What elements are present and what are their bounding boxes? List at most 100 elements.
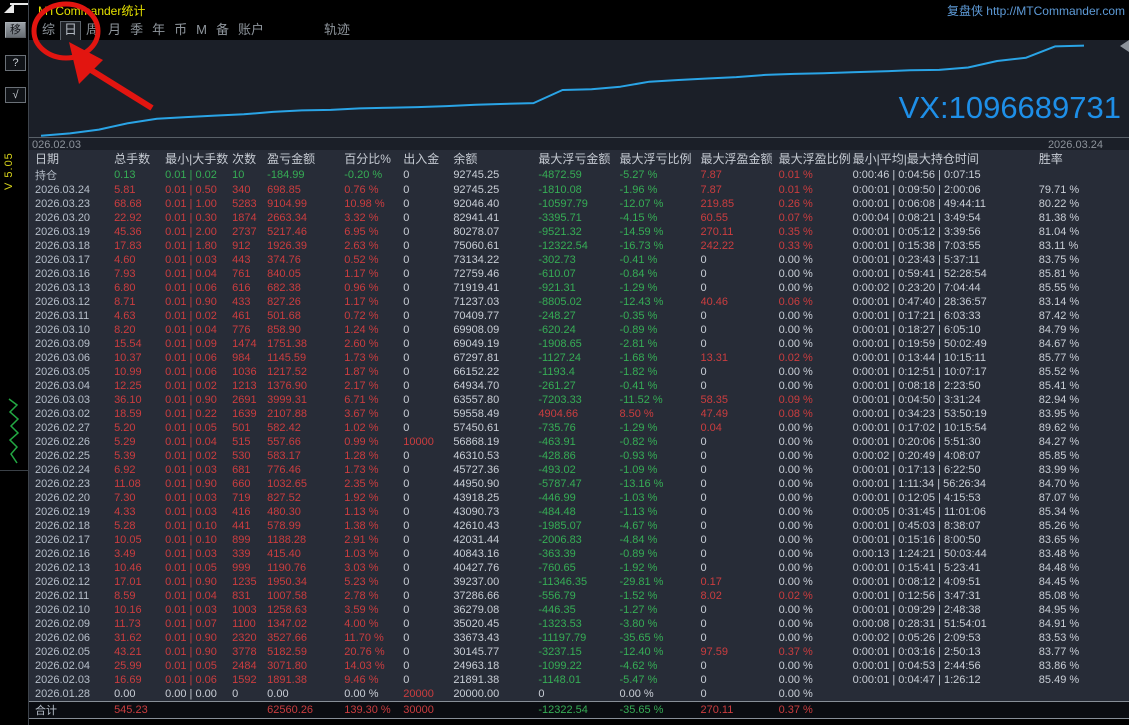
cell: 433 bbox=[232, 295, 267, 309]
menu-item-币[interactable]: 币 bbox=[174, 22, 187, 40]
check-button[interactable]: √ bbox=[5, 87, 26, 103]
column-header[interactable]: 余额 bbox=[453, 150, 538, 167]
table-row[interactable]: 2026.02.1310.460.01 | 0.059991190.763.03… bbox=[29, 561, 1129, 575]
table-row[interactable]: 2026.02.163.490.01 | 0.03339415.401.03 %… bbox=[29, 547, 1129, 561]
table-row[interactable]: 2026.02.207.300.01 | 0.03719827.521.92 %… bbox=[29, 491, 1129, 505]
column-header[interactable]: 日期 bbox=[29, 150, 114, 167]
column-header[interactable]: 最小|大手数 bbox=[165, 150, 232, 167]
table-row[interactable]: 2026.02.0425.990.01 | 0.0524843071.8014.… bbox=[29, 659, 1129, 673]
table-row[interactable]: 2026.03.174.600.01 | 0.03443374.760.52 %… bbox=[29, 253, 1129, 267]
menu-item-M[interactable]: M bbox=[196, 22, 207, 40]
cell: 0 bbox=[403, 673, 453, 687]
collapse-arrow-icon[interactable] bbox=[2, 1, 28, 14]
cell: 5.81 bbox=[114, 183, 165, 197]
table-row[interactable]: 2026.03.1945.360.01 | 2.0027375217.466.9… bbox=[29, 225, 1129, 239]
cell: -0.35 % bbox=[619, 309, 700, 323]
cell: 1639 bbox=[232, 407, 267, 421]
cell: 616 bbox=[232, 281, 267, 295]
column-header[interactable]: 最大浮盈比例 bbox=[779, 150, 853, 167]
menu-item-备[interactable]: 备 bbox=[216, 22, 229, 40]
table-row[interactable]: 2026.02.194.330.01 | 0.03416480.301.13 %… bbox=[29, 505, 1129, 519]
table-row[interactable]: 2026.03.114.630.01 | 0.02461501.680.72 %… bbox=[29, 309, 1129, 323]
table-row[interactable]: 2026.02.246.920.01 | 0.03681776.461.73 %… bbox=[29, 463, 1129, 477]
table-row[interactable]: 2026.03.0218.590.01 | 0.2216392107.883.6… bbox=[29, 407, 1129, 421]
column-header[interactable]: 胜率 bbox=[1039, 150, 1129, 167]
cell: 0.01 | 0.03 bbox=[165, 505, 232, 519]
cell: 698.85 bbox=[267, 183, 344, 197]
table-row[interactable]: 2026.02.0316.690.01 | 0.0615921891.389.4… bbox=[29, 673, 1129, 687]
menu-item-周[interactable]: 周 bbox=[86, 22, 99, 40]
table-row[interactable]: 2026.02.0543.210.01 | 0.9037785182.5920.… bbox=[29, 645, 1129, 659]
cell: 2026.02.04 bbox=[29, 659, 114, 673]
table-row[interactable]: 2026.02.0911.730.01 | 0.0711001347.024.0… bbox=[29, 617, 1129, 631]
column-header[interactable]: 最小|平均|最大持仓时间 bbox=[853, 150, 1039, 167]
cell: 480.30 bbox=[267, 505, 344, 519]
table-row[interactable]: 2026.03.128.710.01 | 0.90433827.261.17 %… bbox=[29, 295, 1129, 309]
column-header[interactable]: 盈亏金额 bbox=[267, 150, 344, 167]
column-header[interactable]: 次数 bbox=[232, 150, 267, 167]
help-button[interactable]: ? bbox=[5, 55, 26, 71]
menu-item-季[interactable]: 季 bbox=[130, 22, 143, 40]
cell: -5.47 % bbox=[619, 673, 700, 687]
table-row[interactable]: 2026.02.1010.160.01 | 0.0310031258.633.5… bbox=[29, 603, 1129, 617]
table-row[interactable]: 2026.03.2368.680.01 | 1.0052839104.9910.… bbox=[29, 197, 1129, 211]
menu-item-日[interactable]: 日 bbox=[61, 22, 80, 40]
table-row[interactable]: 2026.03.167.930.01 | 0.04761840.051.17 %… bbox=[29, 267, 1129, 281]
table-row[interactable]: 合计545.2362560.26139.30 %30000-12322.54-3… bbox=[29, 701, 1129, 718]
cell: 0.00 % bbox=[779, 575, 853, 589]
table-row[interactable]: 2026.02.1217.010.01 | 0.9012351950.345.2… bbox=[29, 575, 1129, 589]
table-row[interactable]: 2026.02.1710.050.01 | 0.108991188.282.91… bbox=[29, 533, 1129, 547]
column-header[interactable]: 最大浮亏金额 bbox=[538, 150, 619, 167]
cell: 85.52 % bbox=[1039, 365, 1129, 379]
table-row[interactable]: 2026.03.2022.920.01 | 0.3018742663.343.3… bbox=[29, 211, 1129, 225]
cell: 45.36 bbox=[114, 225, 165, 239]
table-row[interactable]: 2026.03.0412.250.01 | 0.0212131376.902.1… bbox=[29, 379, 1129, 393]
table-row[interactable]: 2026.02.118.590.01 | 0.048311007.582.78 … bbox=[29, 589, 1129, 603]
column-header[interactable]: 百分比% bbox=[344, 150, 403, 167]
column-header[interactable]: 最大浮亏比例 bbox=[619, 150, 700, 167]
table-body: 持仓0.130.01 | 0.0210-184.99-0.20 %092745.… bbox=[29, 167, 1129, 718]
cell: 0 bbox=[701, 505, 779, 519]
cell: 0 bbox=[403, 167, 453, 183]
table-row[interactable]: 2026.03.0915.540.01 | 0.0914741751.382.6… bbox=[29, 337, 1129, 351]
table-row[interactable]: 2026.02.255.390.01 | 0.02530583.171.28 %… bbox=[29, 449, 1129, 463]
table-row[interactable]: 2026.03.0336.100.01 | 0.9026913999.316.7… bbox=[29, 393, 1129, 407]
cell: 2026.02.05 bbox=[29, 645, 114, 659]
cell: 0.01 | 0.05 bbox=[165, 659, 232, 673]
table-row[interactable]: 持仓0.130.01 | 0.0210-184.99-0.20 %092745.… bbox=[29, 167, 1129, 183]
table-row[interactable]: 2026.03.1817.830.01 | 1.809121926.392.63… bbox=[29, 239, 1129, 253]
table-row[interactable]: 2026.01.280.000.00 | 0.0000.000.00 %2000… bbox=[29, 687, 1129, 701]
column-header[interactable]: 总手数 bbox=[114, 150, 165, 167]
table-row[interactable]: 2026.02.185.280.01 | 0.10441578.991.38 %… bbox=[29, 519, 1129, 533]
menu-item-综[interactable]: 综 bbox=[42, 22, 55, 40]
column-header[interactable]: 最大浮盈金额 bbox=[701, 150, 779, 167]
table-row[interactable]: 2026.03.108.200.01 | 0.04776858.901.24 %… bbox=[29, 323, 1129, 337]
column-header[interactable]: 出入金 bbox=[403, 150, 453, 167]
menu-item-月[interactable]: 月 bbox=[108, 22, 121, 40]
cell: 0:00:01 | 0:17:13 | 6:22:50 bbox=[853, 463, 1039, 477]
cell: -4872.59 bbox=[538, 167, 619, 183]
table-row[interactable]: 2026.03.0510.990.01 | 0.0610361217.521.8… bbox=[29, 365, 1129, 379]
table-row[interactable]: 2026.02.275.200.01 | 0.05501582.421.02 %… bbox=[29, 421, 1129, 435]
table-row[interactable]: 2026.03.136.800.01 | 0.06616682.380.96 %… bbox=[29, 281, 1129, 295]
menu-item-账户[interactable]: 账户 bbox=[238, 22, 264, 40]
cell: -0.20 % bbox=[344, 167, 403, 183]
table-row[interactable]: 2026.02.265.290.01 | 0.04515557.660.99 %… bbox=[29, 435, 1129, 449]
table-head-row: 日期总手数最小|大手数次数盈亏金额百分比%出入金余额最大浮亏金额最大浮亏比例最大… bbox=[29, 150, 1129, 167]
table-row[interactable]: 2026.03.0610.370.01 | 0.069841145.591.73… bbox=[29, 351, 1129, 365]
cell: -1.29 % bbox=[619, 421, 700, 435]
table-row[interactable]: 2026.02.0631.620.01 | 0.9023203527.6611.… bbox=[29, 631, 1129, 645]
cell: 0 bbox=[403, 505, 453, 519]
cell: 2026.02.03 bbox=[29, 673, 114, 687]
menu-item-轨迹[interactable]: 轨迹 bbox=[324, 22, 350, 40]
statistics-table: 日期总手数最小|大手数次数盈亏金额百分比%出入金余额最大浮亏金额最大浮亏比例最大… bbox=[29, 150, 1129, 718]
table-row[interactable]: 2026.03.245.810.01 | 0.50340698.850.76 %… bbox=[29, 183, 1129, 197]
move-button[interactable]: 移 bbox=[5, 22, 26, 38]
menu-item-年[interactable]: 年 bbox=[152, 22, 165, 40]
cell: -610.07 bbox=[538, 267, 619, 281]
cell: 0.00 | 0.00 bbox=[165, 687, 232, 701]
table-row[interactable]: 2026.02.2311.080.01 | 0.906601032.652.35… bbox=[29, 477, 1129, 491]
cell: 0.00 % bbox=[779, 659, 853, 673]
brand-link[interactable]: 复盘侠 http://MTCommander.com bbox=[947, 2, 1125, 19]
cell: 0:00:01 | 0:13:44 | 10:15:11 bbox=[853, 351, 1039, 365]
